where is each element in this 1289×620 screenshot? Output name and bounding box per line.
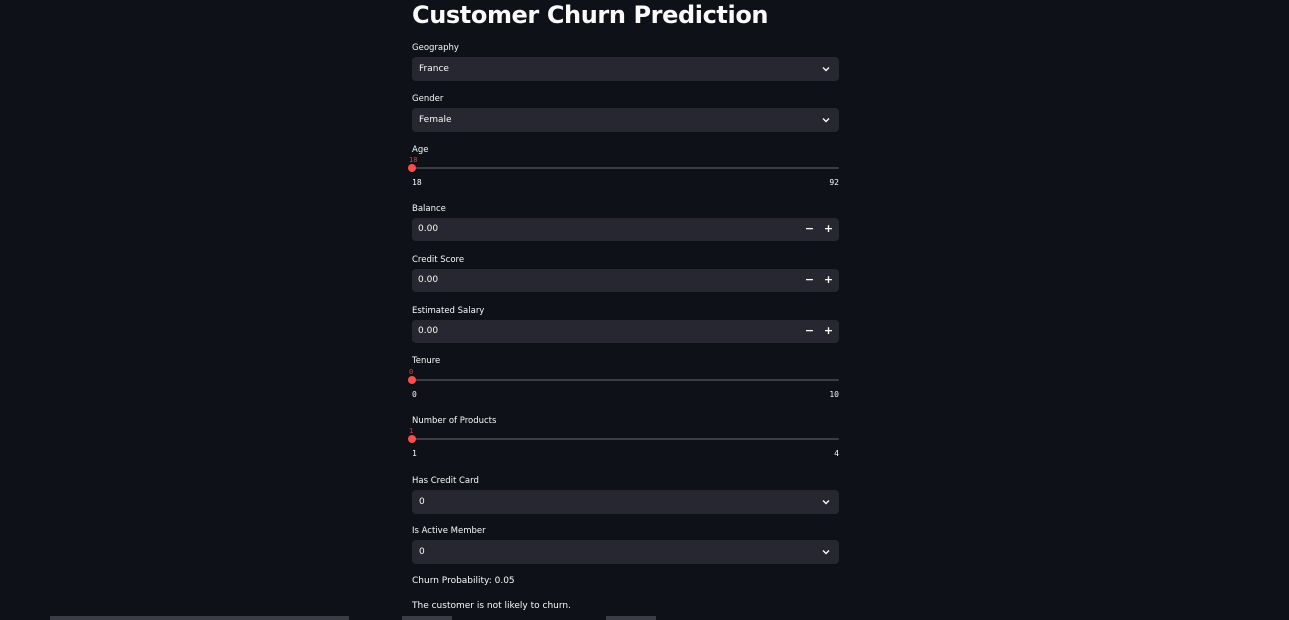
- credit-score-label: Credit Score: [412, 255, 465, 265]
- bottom-element: [606, 616, 656, 620]
- is-active-member-label: Is Active Member: [412, 526, 486, 536]
- num-products-slider[interactable]: 1 1 4: [408, 427, 839, 467]
- age-max: 92: [829, 178, 839, 187]
- tenure-min: 0: [412, 390, 417, 399]
- estimated-salary-value[interactable]: 0.00: [418, 320, 438, 343]
- age-min: 18: [412, 178, 422, 187]
- is-active-member-value: 0: [419, 547, 425, 557]
- gender-value: Female: [419, 115, 452, 125]
- tenure-slider-thumb[interactable]: [408, 376, 416, 384]
- estimated-salary-input[interactable]: 0.00 − +: [412, 320, 839, 343]
- estimated-salary-decrement-button[interactable]: −: [800, 320, 819, 343]
- num-products-slider-track[interactable]: [412, 438, 839, 440]
- credit-score-value[interactable]: 0.00: [418, 269, 438, 292]
- credit-score-increment-button[interactable]: +: [819, 269, 838, 292]
- bottom-element: [402, 616, 452, 620]
- has-credit-card-label: Has Credit Card: [412, 476, 479, 486]
- geography-label: Geography: [412, 43, 459, 53]
- credit-score-decrement-button[interactable]: −: [800, 269, 819, 292]
- chevron-down-icon: [822, 118, 830, 123]
- balance-increment-button[interactable]: +: [819, 218, 838, 241]
- churn-result-message: The customer is not likely to churn.: [412, 601, 571, 611]
- credit-score-input[interactable]: 0.00 − +: [412, 269, 839, 292]
- balance-input[interactable]: 0.00 − +: [412, 218, 839, 241]
- age-slider-thumb[interactable]: [408, 164, 416, 172]
- age-slider[interactable]: 18 18 92: [408, 156, 839, 196]
- num-products-min: 1: [412, 449, 417, 458]
- balance-decrement-button[interactable]: −: [800, 218, 819, 241]
- has-credit-card-value: 0: [419, 497, 425, 507]
- age-label: Age: [412, 145, 429, 155]
- num-products-max: 4: [834, 449, 839, 458]
- tenure-slider-track[interactable]: [412, 379, 839, 381]
- has-credit-card-select[interactable]: 0: [412, 490, 839, 514]
- chevron-down-icon: [822, 500, 830, 505]
- gender-label: Gender: [412, 94, 444, 104]
- chevron-down-icon: [822, 550, 830, 555]
- gender-select[interactable]: Female: [412, 108, 839, 132]
- estimated-salary-increment-button[interactable]: +: [819, 320, 838, 343]
- bottom-scrollbar[interactable]: [50, 616, 349, 620]
- balance-label: Balance: [412, 204, 446, 214]
- chevron-down-icon: [822, 67, 830, 72]
- geography-select[interactable]: France: [412, 57, 839, 81]
- num-products-label: Number of Products: [412, 416, 497, 426]
- tenure-max: 10: [829, 390, 839, 399]
- estimated-salary-label: Estimated Salary: [412, 306, 485, 316]
- is-active-member-select[interactable]: 0: [412, 540, 839, 564]
- tenure-slider[interactable]: 0 0 10: [408, 368, 839, 408]
- num-products-slider-thumb[interactable]: [408, 435, 416, 443]
- churn-probability-text: Churn Probability: 0.05: [412, 576, 515, 586]
- tenure-label: Tenure: [412, 356, 441, 366]
- age-slider-track[interactable]: [412, 167, 839, 169]
- geography-value: France: [419, 64, 449, 74]
- page-title: Customer Churn Prediction: [412, 1, 769, 29]
- balance-value[interactable]: 0.00: [418, 218, 438, 241]
